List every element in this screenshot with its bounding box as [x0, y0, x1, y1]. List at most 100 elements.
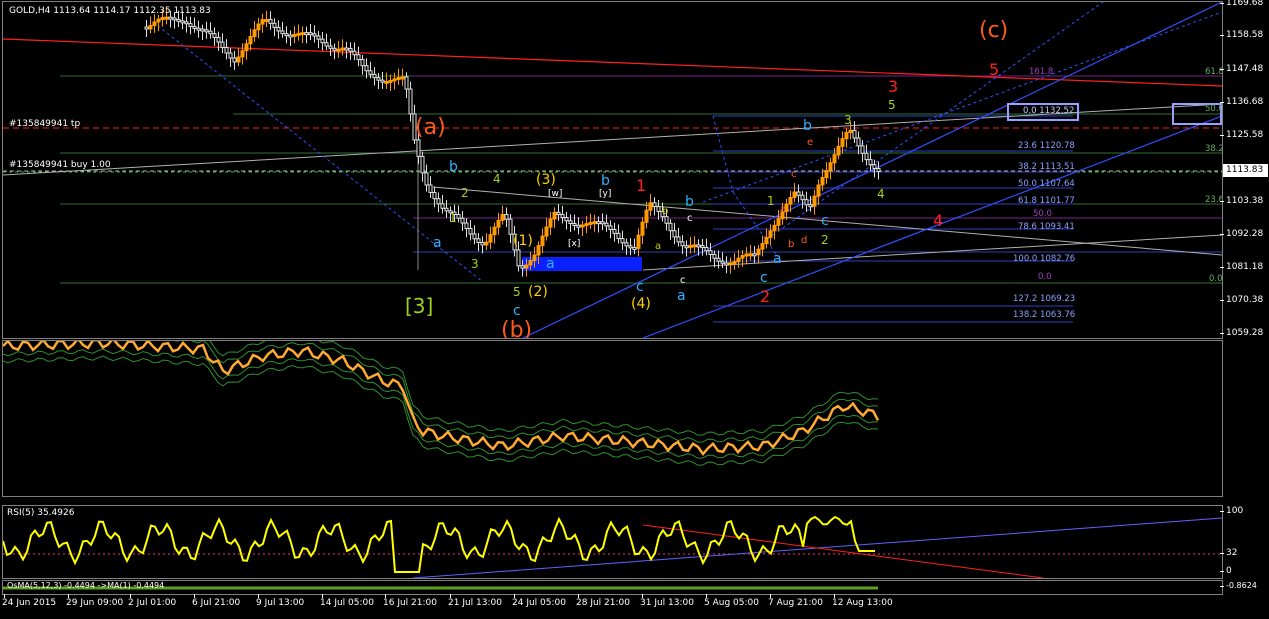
candle	[644, 209, 649, 223]
candle	[400, 76, 405, 80]
candle	[460, 217, 465, 224]
wave-label-g2: 2	[461, 186, 469, 200]
candle	[316, 35, 321, 40]
candle	[728, 262, 733, 266]
candle	[384, 80, 389, 84]
candle	[820, 177, 825, 186]
candle	[588, 221, 593, 225]
candle	[148, 24, 153, 30]
candle	[584, 223, 589, 227]
candle	[664, 216, 669, 224]
time-tick: 16 Jul 21:00	[383, 594, 437, 608]
candle	[776, 218, 781, 226]
candle	[744, 253, 749, 257]
fib-purple-50: 50.0	[1033, 209, 1052, 219]
candle	[288, 34, 293, 38]
candle	[376, 77, 381, 81]
candle	[420, 155, 425, 174]
candle	[444, 207, 449, 212]
rsi-trendline-red	[642, 524, 1044, 578]
indicator-pane[interactable]	[2, 340, 1223, 497]
candle	[312, 33, 317, 37]
candle	[548, 218, 553, 228]
price-axis: 1169.68 1158.58 1147.48 1136.68 1125.58 …	[1219, 0, 1269, 619]
candle	[152, 21, 157, 26]
fib-label-236: 23.6 1120.78	[1018, 141, 1075, 151]
rsi-tick-0: 0	[1220, 566, 1232, 576]
candle	[700, 245, 705, 249]
candle	[228, 52, 233, 59]
candle	[308, 32, 313, 36]
candle	[716, 257, 721, 262]
wave-label-x: [x]	[568, 239, 581, 249]
osma-pane[interactable]: OsMA(5,12,3) -0.4494 ->MA(1) -0.4494	[2, 580, 1223, 595]
candle	[608, 225, 613, 230]
rsi-tick-100: 100	[1219, 506, 1244, 516]
candle	[676, 236, 681, 243]
candle	[164, 16, 169, 20]
candle	[388, 79, 393, 83]
candle	[504, 214, 509, 220]
candle	[604, 222, 609, 227]
time-tick: 6 Jul 21:00	[192, 594, 241, 608]
time-tick: 28 Jul 21:00	[576, 594, 630, 608]
candle	[848, 129, 853, 133]
candle	[296, 32, 301, 36]
candle	[560, 214, 565, 219]
candle	[640, 221, 645, 236]
candle	[612, 228, 617, 234]
price-tick: 1136.68	[1219, 97, 1264, 107]
candle	[168, 16, 173, 20]
candle	[392, 78, 397, 82]
candle	[680, 241, 685, 247]
candle	[720, 260, 725, 264]
wave-label-small-b-orange: b	[788, 239, 795, 250]
candle	[764, 236, 769, 245]
candle	[620, 238, 625, 244]
candle	[368, 70, 373, 75]
candle	[276, 26, 281, 32]
candle	[592, 221, 597, 225]
candle	[580, 224, 585, 228]
candle	[488, 234, 493, 243]
candle	[280, 30, 285, 35]
wave-label-red-4: 4	[933, 211, 944, 230]
candle	[500, 214, 505, 221]
candle	[788, 197, 793, 205]
candle	[344, 47, 349, 51]
candle	[324, 42, 329, 47]
candle	[724, 262, 729, 266]
fib-label-0: 0.0 1132.52	[1023, 106, 1075, 116]
price-chart-pane[interactable]: GOLD,H4 1113.64 1114.17 1112.35 1113.83 …	[2, 1, 1223, 339]
red-trendline	[3, 38, 1222, 87]
candle	[156, 18, 161, 23]
blue-dotted-short	[712, 115, 734, 193]
fib-label-1000: 100.0 1082.76	[1013, 254, 1076, 264]
wave-label-small-a-orange: a	[780, 204, 787, 215]
candle	[220, 41, 225, 48]
candle	[484, 241, 489, 246]
candle	[200, 28, 205, 32]
wave-label-big-c: (c)	[979, 18, 1009, 43]
candle	[712, 254, 717, 259]
candle	[184, 21, 189, 25]
fib-label-500: 50.0 1107.64	[1018, 179, 1075, 189]
candle	[528, 260, 533, 266]
candle	[292, 33, 297, 37]
candle	[176, 18, 181, 22]
osma-canvas	[3, 586, 878, 590]
time-axis: 24 Jun 2015 29 Jun 09:00 2 Jul 01:00 6 J…	[0, 594, 1222, 619]
candle	[568, 220, 573, 224]
candle	[688, 244, 693, 248]
time-tick: 5 Aug 05:00	[704, 594, 759, 608]
support-zone-box	[522, 257, 642, 271]
wave-label-p2: (2)	[528, 284, 548, 300]
fib-right-23: 23.6	[1205, 195, 1223, 205]
candle	[832, 154, 837, 164]
rsi-pane[interactable]: RSI(5) 35.4926	[2, 505, 1223, 579]
wave-label-3-bracket: [3]	[405, 294, 434, 318]
fib-label-786: 78.6 1093.41	[1018, 222, 1075, 232]
candle	[704, 247, 709, 252]
fib-right-38: 38.2	[1205, 144, 1223, 154]
candle	[624, 242, 629, 247]
